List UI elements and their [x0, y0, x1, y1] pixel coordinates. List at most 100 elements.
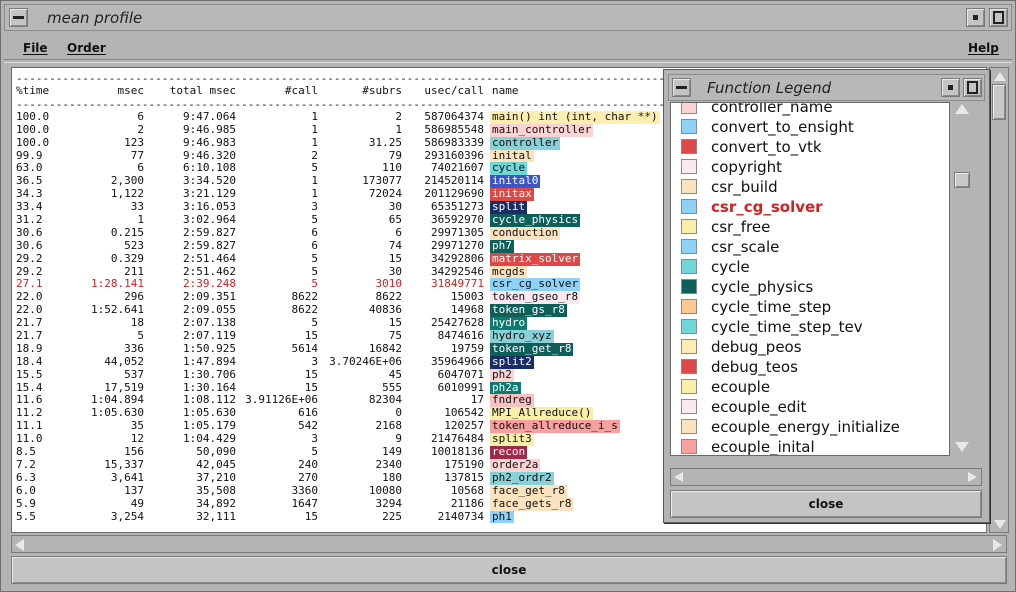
close-button[interactable]: close [11, 556, 1007, 584]
cell-msec: 1 [137, 213, 144, 227]
legend-maximize-button[interactable] [963, 78, 982, 97]
function-name[interactable]: hydro_xyz [490, 329, 554, 343]
function-name[interactable]: matrix_solver [490, 252, 581, 266]
cell-usec: 29971305 [431, 225, 484, 239]
function-name[interactable]: ph2 [490, 368, 514, 382]
main-vscroll-thumb[interactable] [992, 84, 1006, 120]
legend-item[interactable]: cycle_time_step [671, 297, 949, 317]
legend-item[interactable]: ecouple [671, 377, 949, 397]
legend-menu-button[interactable] [672, 78, 691, 97]
legend-item[interactable]: cycle_time_step_tev [671, 317, 949, 337]
legend-scroll-right-icon[interactable] [968, 472, 977, 482]
cell-time: 29.2 [16, 251, 43, 265]
cell-subrs: 225 [382, 509, 402, 523]
legend-item[interactable]: convert_to_vtk [671, 137, 949, 157]
cell-time: 6.3 [16, 470, 36, 484]
cell-msec: 49 [130, 496, 144, 510]
minimize-button[interactable] [966, 8, 985, 27]
function-name[interactable]: face_get_r8 [490, 484, 567, 498]
function-name[interactable]: cycle_physics [490, 213, 581, 227]
legend-item[interactable]: ecouple_inital [671, 437, 949, 455]
function-name[interactable]: face_gets_r8 [490, 497, 574, 511]
legend-close-button[interactable]: close [670, 490, 982, 518]
cell-usec: 137815 [444, 470, 484, 484]
cell-msec: 33 [130, 200, 144, 214]
cell-calls: 1647 [291, 496, 319, 510]
cell-usec: 175190 [444, 457, 484, 471]
legend-label: debug_teos [711, 358, 798, 376]
menu-file[interactable]: File [23, 41, 48, 55]
legend-vscroll-thumb[interactable] [954, 172, 970, 188]
cell-time: 18.4 [16, 354, 43, 368]
legend-label: ecouple_edit [711, 398, 807, 416]
legend-title-bar[interactable]: Function Legend [668, 74, 985, 101]
cell-msec: 15,337 [104, 457, 144, 471]
menu-help[interactable]: Help [968, 41, 999, 55]
legend-minimize-button[interactable] [941, 78, 960, 97]
cell-total: 37,210 [196, 470, 236, 484]
legend-label: convert_to_vtk [711, 138, 822, 156]
legend-item[interactable]: controller_name [671, 102, 949, 117]
legend-scroll-up-icon[interactable] [955, 104, 969, 114]
cell-usec: 21186 [450, 496, 484, 510]
cell-usec: 6047071 [437, 367, 484, 381]
menu-separator [4, 59, 1012, 63]
cell-calls: 15 [304, 509, 318, 523]
scroll-down-icon[interactable] [994, 520, 1006, 529]
legend-item[interactable]: debug_peos [671, 337, 949, 357]
function-name[interactable]: order2a [490, 458, 541, 472]
legend-scroll-down-icon[interactable] [955, 442, 969, 452]
function-name[interactable]: split2 [490, 355, 534, 369]
legend-vertical-scrollbar[interactable] [952, 102, 982, 456]
cell-subrs: 16842 [368, 341, 402, 355]
legend-item[interactable]: csr_free [671, 217, 949, 237]
main-horizontal-scrollbar[interactable] [11, 535, 1007, 553]
legend-label: convert_to_ensight [711, 118, 854, 136]
maximize-button[interactable] [989, 8, 1008, 27]
function-name[interactable]: controller [490, 136, 561, 150]
column-header: #call [284, 84, 318, 97]
cell-usec: 8474616 [437, 329, 484, 343]
menu-order[interactable]: Order [67, 41, 106, 55]
scroll-left-icon[interactable] [15, 539, 24, 551]
legend-item[interactable]: copyright [671, 157, 949, 177]
cell-calls: 15 [304, 367, 318, 381]
column-header: #subrs [362, 84, 402, 97]
legend-item[interactable]: ecouple_edit [671, 397, 949, 417]
legend-list[interactable]: controller_name convert_to_ensightconvert… [670, 102, 950, 456]
legend-item[interactable]: ecouple_energy_initialize [671, 417, 949, 437]
function-name[interactable]: ph2_ordr2 [490, 471, 554, 485]
legend-scroll-left-icon[interactable] [674, 472, 683, 482]
legend-item[interactable]: cycle_physics [671, 277, 949, 297]
legend-item[interactable]: csr_build [671, 177, 949, 197]
legend-label: controller_name [711, 102, 833, 116]
legend-swatch [681, 199, 697, 214]
function-name[interactable]: main_controller [490, 123, 594, 137]
cell-time: 7.2 [16, 457, 36, 471]
legend-swatch [681, 299, 697, 314]
cell-msec: 137 [124, 483, 144, 497]
function-name[interactable]: ph1 [490, 510, 514, 524]
scroll-up-icon[interactable] [994, 72, 1006, 81]
window-title: mean profile [47, 9, 143, 27]
legend-maximize-icon [967, 81, 978, 94]
legend-item[interactable]: csr_scale [671, 237, 949, 257]
column-header: name [492, 84, 519, 97]
legend-horizontal-scrollbar[interactable] [670, 468, 982, 486]
window-menu-button[interactable] [9, 8, 28, 27]
main-vertical-scrollbar[interactable] [989, 67, 1009, 533]
legend-item[interactable]: convert_to_ensight [671, 117, 949, 137]
function-name[interactable]: conduction [490, 226, 561, 240]
legend-swatch [681, 179, 697, 194]
legend-item[interactable]: debug_teos [671, 357, 949, 377]
title-bar[interactable]: mean profile [4, 4, 1012, 31]
scroll-right-icon[interactable] [993, 539, 1002, 551]
function-name[interactable]: token_get_r8 [490, 342, 574, 356]
legend-item[interactable]: csr_cg_solver [671, 197, 949, 217]
cell-msec: 3,641 [110, 470, 144, 484]
cell-time: 5.5 [16, 509, 36, 523]
function-name[interactable]: ph7 [490, 239, 514, 253]
function-name[interactable]: main() int (int, char **) [490, 110, 660, 124]
legend-swatch [681, 239, 697, 254]
legend-item[interactable]: cycle [671, 257, 949, 277]
